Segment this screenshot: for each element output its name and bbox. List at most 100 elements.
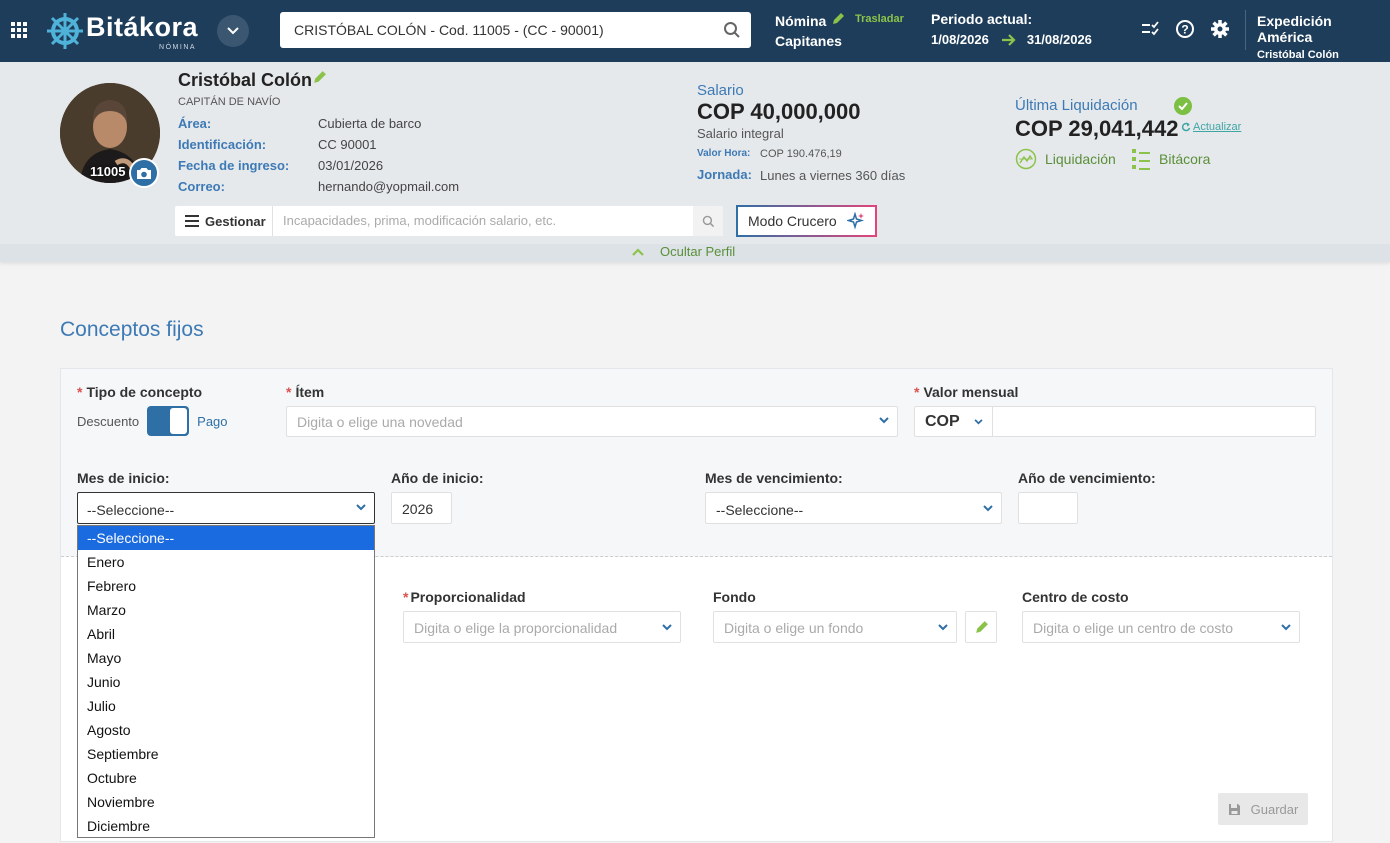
valor-mensual-text: Valor mensual [923,384,1019,400]
jornada-value: Lunes a viernes 360 días [760,168,906,183]
edit-fondo-button[interactable] [965,611,997,643]
chevron-down-icon [1281,624,1291,631]
list-icon [1132,149,1150,170]
chevron-down-icon [227,27,239,35]
area-value: Cubierta de barco [318,116,422,131]
currency-select[interactable]: COP [915,407,993,436]
chevron-down-icon [974,418,983,424]
edit-pencil-icon[interactable] [312,70,327,85]
item-select[interactable]: Digita o elige una novedad [286,406,898,437]
month-option[interactable]: Diciembre [78,814,374,838]
fondo-select[interactable]: Digita o elige un fondo [713,611,957,643]
search-icon[interactable] [723,21,741,39]
liquidacion-link[interactable]: Liquidación [1015,148,1116,170]
email-label: Correo: [178,179,225,194]
camera-icon [137,167,151,179]
help-icon[interactable]: ? [1175,19,1195,39]
centro-costo-label: Centro de costo [1022,589,1129,605]
gestionar-search-input[interactable]: Incapacidades, prima, modificación salar… [283,213,556,228]
tipo-concepto-label: * Tipo de concepto [77,384,203,400]
month-option[interactable]: Febrero [78,574,374,598]
top-bar: Bitákora NÓMINA CRISTÓBAL COLÓN - Cod. 1… [0,0,1390,62]
item-text: Ítem [295,384,325,400]
employee-name: Cristóbal Colón [178,70,312,90]
change-photo-button[interactable] [129,158,159,188]
chevron-down-icon [879,417,889,424]
month-option[interactable]: Mayo [78,646,374,670]
gear-icon[interactable] [1210,19,1230,39]
hide-profile-button[interactable]: Ocultar Perfil [632,244,735,259]
month-option[interactable]: --Seleccione-- [78,526,374,550]
hire-date-value: 03/01/2026 [318,158,384,173]
top-divider [1245,10,1246,50]
month-option[interactable]: Agosto [78,718,374,742]
ship-wheel-icon [47,13,83,49]
month-option[interactable]: Abril [78,622,374,646]
salario-type: Salario integral [697,126,784,141]
jornada-label: Jornada: [697,167,752,182]
check-icon [1174,97,1192,115]
anio-inicio-input[interactable]: 2026 [391,492,452,524]
sparkle-icon [846,212,864,230]
apps-grid-icon[interactable] [11,22,27,38]
top-actions: ? [1140,19,1230,39]
brand-dropdown-button[interactable] [217,15,249,47]
centro-costo-placeholder: Digita o elige un centro de costo [1033,620,1234,636]
liquidacion-label: Liquidación [1045,151,1116,167]
chevron-down-icon [662,624,672,631]
brand-logo[interactable]: Bitákora NÓMINA [86,13,198,51]
mes-vencimiento-select[interactable]: --Seleccione-- [705,492,1002,524]
company-switcher[interactable]: Expedición América Cristóbal Colón [1257,13,1390,61]
ultima-liquidacion-value: COP 29,041,442 [1015,116,1179,141]
periodo-dates[interactable]: 1/08/2026 31/08/2026 [931,32,1092,47]
valor-mensual-label: * Valor mensual [914,384,1019,400]
month-option[interactable]: Septiembre [78,742,374,766]
month-option[interactable]: Enero [78,550,374,574]
month-option[interactable]: Marzo [78,598,374,622]
svg-text:?: ? [1181,23,1188,37]
proporcionalidad-text: Proporcionalidad [410,589,526,605]
employee-role: CAPITÁN DE NAVÍO [178,96,281,108]
mes-inicio-select[interactable]: --Seleccione-- [77,492,375,524]
guardar-button[interactable]: Guardar [1218,793,1308,825]
month-option[interactable]: Noviembre [78,790,374,814]
valor-hora-value: COP 190.476,19 [760,148,842,160]
month-option[interactable]: Octubre [78,766,374,790]
proporcionalidad-label: * Proporcionalidad [403,589,526,605]
periodo-label: Periodo actual: [931,11,1033,27]
centro-costo-select[interactable]: Digita o elige un centro de costo [1022,611,1300,643]
trasladar-button[interactable]: Trasladar [831,12,904,26]
month-option[interactable]: Junio [78,670,374,694]
employee-search-input[interactable]: CRISTÓBAL COLÓN - Cod. 11005 - (CC - 900… [280,12,751,48]
page-title: Conceptos fijos [60,318,204,341]
gestionar-button[interactable]: Gestionar [175,206,273,236]
modo-crucero-button[interactable]: Modo Crucero [736,205,877,237]
modo-crucero-label: Modo Crucero [748,213,837,229]
checklist-icon[interactable] [1140,19,1160,39]
valor-mensual-field: COP [914,406,1316,437]
anio-vencimiento-label: Año de vencimiento: [1018,470,1156,486]
bitacora-link[interactable]: Bitácora [1131,148,1210,170]
chevron-down-icon [938,624,948,631]
chevron-down-icon [983,505,993,512]
descuento-label: Descuento [77,413,140,429]
proporcionalidad-select[interactable]: Digita o elige la proporcionalidad [403,611,681,643]
identification-value: CC 90001 [318,137,377,152]
tipo-concepto-switch[interactable] [147,406,190,436]
coin-icon [1015,148,1037,170]
arrow-right-icon [1001,33,1016,46]
search-icon [702,215,714,227]
chevron-down-icon [356,504,366,511]
company-user: Cristóbal Colón [1257,49,1339,61]
currency-value: COP [925,412,960,430]
actualizar-link[interactable]: Actualizar [1181,121,1241,133]
fondo-label: Fondo [713,589,756,605]
gestionar-search-button[interactable] [693,206,723,236]
fondo-placeholder: Digita o elige un fondo [724,620,864,636]
anio-vencimiento-input[interactable] [1018,492,1078,524]
valor-mensual-input[interactable] [995,407,1315,436]
anio-inicio-value: 2026 [402,501,434,517]
brand-sub: NÓMINA [159,44,197,51]
month-option[interactable]: Julio [78,694,374,718]
tipo-concepto-text: Tipo de concepto [86,384,203,400]
